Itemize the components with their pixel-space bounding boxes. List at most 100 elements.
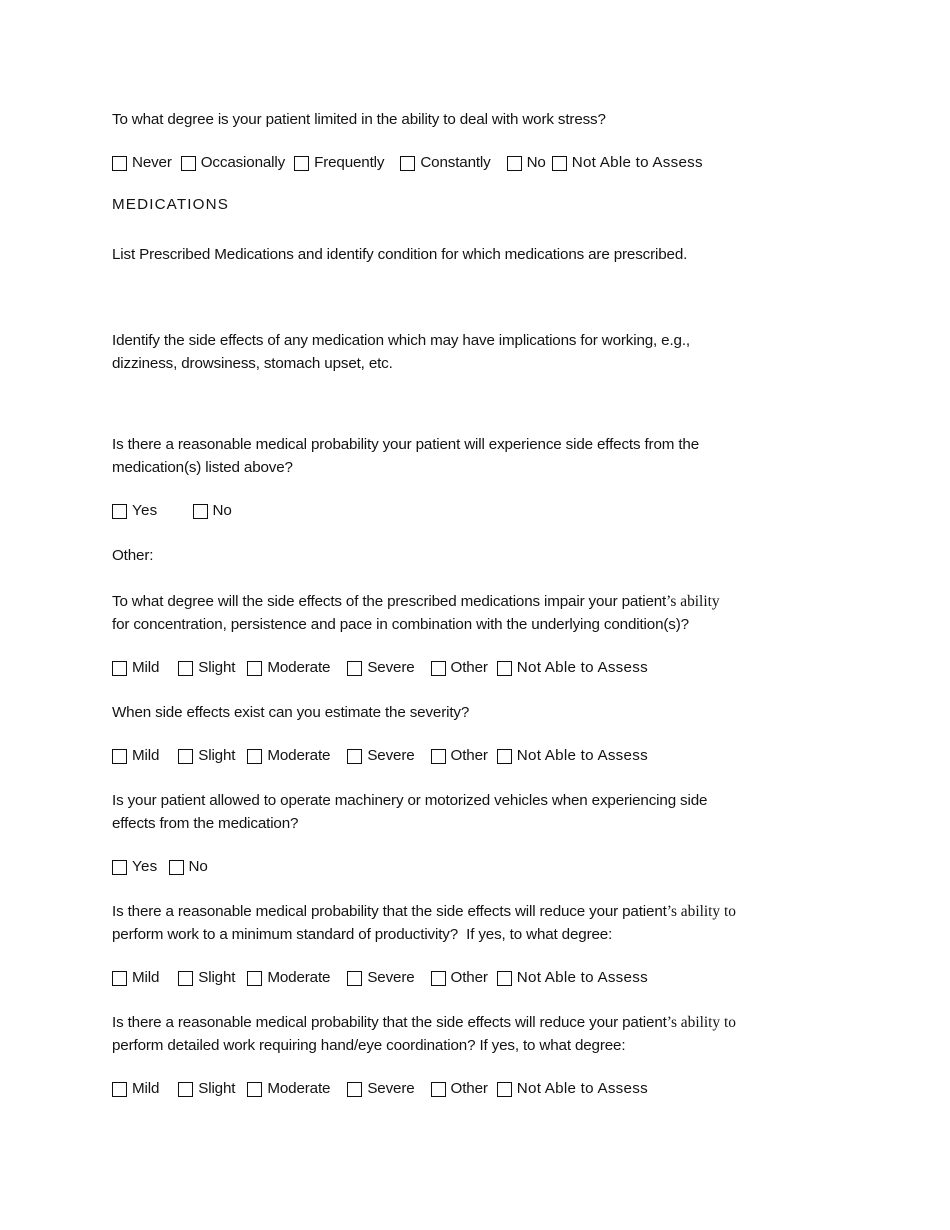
checkbox-mild-productivity[interactable] (112, 970, 127, 986)
option-label-not-able-concentration: Not Able to Assess (516, 659, 648, 676)
option-yes-machinery[interactable]: Yes (112, 857, 158, 877)
option-label-occasionally: Occasionally (200, 154, 286, 171)
checkbox-mild-concentration[interactable] (112, 660, 127, 676)
option-mild-severity[interactable]: Mild (112, 746, 166, 766)
option-label-constantly: Constantly (420, 154, 491, 171)
checkbox-moderate-coordination[interactable] (247, 1081, 263, 1097)
option-label-yes-side-effects: Yes (132, 502, 158, 519)
checkbox-mild-coordination[interactable] (112, 1081, 127, 1097)
option-frequently[interactable]: Frequently (294, 153, 384, 173)
checkbox-moderate-severity[interactable] (247, 748, 263, 764)
option-not-able-concentration[interactable]: Not Able to Assess (496, 658, 648, 678)
option-label-yes-machinery: Yes (132, 858, 158, 875)
option-label-severe-concentration: Severe (367, 659, 415, 676)
option-label-mild-productivity: Mild (132, 969, 160, 986)
checkbox-severe-coordination[interactable] (347, 1081, 363, 1097)
option-label-frequently: Frequently (314, 154, 385, 171)
checkbox-severe-severity[interactable] (347, 748, 363, 764)
checkbox-yes-machinery[interactable] (112, 859, 127, 875)
option-never[interactable]: Never (112, 153, 172, 173)
option-slight-severity[interactable]: Slight (178, 746, 235, 766)
option-slight-coordination[interactable]: Slight (178, 1079, 235, 1099)
other-label: Other: (112, 547, 154, 564)
checkbox-other-severity[interactable] (430, 748, 446, 764)
checkbox-constantly[interactable] (400, 155, 416, 171)
concentration-question-line1: To what degree will the side effects of … (112, 590, 864, 613)
option-no-machinery[interactable]: No (168, 857, 208, 877)
medications-list-answer-area[interactable] (112, 266, 872, 329)
option-severe-concentration[interactable]: Severe (347, 658, 418, 678)
work-stress-options-row: Never Occasionally Frequently Constantly… (112, 153, 872, 173)
checkbox-moderate-productivity[interactable] (247, 970, 263, 986)
option-slight-concentration[interactable]: Slight (178, 658, 235, 678)
checkbox-moderate-concentration[interactable] (247, 660, 263, 676)
option-label-mild-coordination: Mild (132, 1080, 160, 1097)
option-yes-side-effects[interactable]: Yes (112, 501, 158, 521)
checkbox-slight-severity[interactable] (178, 748, 194, 764)
option-label-mild-severity: Mild (132, 747, 160, 764)
checkbox-mild-severity[interactable] (112, 748, 127, 764)
checkbox-occasionally[interactable] (180, 155, 196, 171)
option-severe-productivity[interactable]: Severe (347, 968, 418, 988)
option-label-mild-concentration: Mild (132, 659, 160, 676)
option-severe-coordination[interactable]: Severe (347, 1079, 418, 1099)
option-label-other-coordination: Other (450, 1080, 488, 1097)
option-label-severe-severity: Severe (367, 747, 415, 764)
checkbox-slight-concentration[interactable] (178, 660, 194, 676)
checkbox-no[interactable] (506, 155, 522, 171)
option-no[interactable]: No (506, 153, 546, 173)
option-other-productivity[interactable]: Other (430, 968, 488, 988)
checkbox-not-able-coordination[interactable] (496, 1081, 512, 1097)
option-moderate-severity[interactable]: Moderate (247, 746, 335, 766)
option-other-coordination[interactable]: Other (430, 1079, 488, 1099)
checkbox-other-coordination[interactable] (430, 1081, 446, 1097)
option-no-side-effects[interactable]: No (192, 501, 232, 521)
checkbox-severe-productivity[interactable] (347, 970, 363, 986)
option-label-moderate-severity: Moderate (267, 747, 331, 764)
option-mild-productivity[interactable]: Mild (112, 968, 166, 988)
option-severe-severity[interactable]: Severe (347, 746, 418, 766)
checkbox-frequently[interactable] (294, 155, 310, 171)
option-label-moderate-productivity: Moderate (267, 969, 331, 986)
option-not-able-productivity[interactable]: Not Able to Assess (496, 968, 648, 988)
checkbox-no-machinery[interactable] (168, 859, 184, 875)
checkbox-severe-concentration[interactable] (347, 660, 363, 676)
checkbox-not-able-to-assess[interactable] (551, 155, 567, 171)
option-not-able-to-assess[interactable]: Not Able to Assess (551, 153, 703, 173)
checkbox-slight-coordination[interactable] (178, 1081, 194, 1097)
checkbox-slight-productivity[interactable] (178, 970, 194, 986)
concentration-question-line1-text: To what degree will the side effects of … (112, 593, 667, 610)
checkbox-no-side-effects[interactable] (192, 503, 208, 519)
side-effects-answer-area[interactable] (112, 375, 872, 433)
option-other-severity[interactable]: Other (430, 746, 488, 766)
option-moderate-coordination[interactable]: Moderate (247, 1079, 335, 1099)
option-label-severe-coordination: Severe (367, 1080, 415, 1097)
productivity-question-line2: perform work to a minimum standard of pr… (112, 926, 613, 943)
productivity-question-line1-serif: ’s ability to (666, 903, 736, 920)
checkbox-other-concentration[interactable] (430, 660, 446, 676)
checkbox-not-able-productivity[interactable] (496, 970, 512, 986)
coordination-question-line1-serif: ’s ability to (666, 1014, 736, 1031)
option-label-no: No (526, 154, 546, 171)
coordination-degree-row: Mild Slight Moderate Severe Other Not Ab… (112, 1079, 872, 1099)
option-constantly[interactable]: Constantly (400, 153, 491, 173)
form-content: To what degree is your patient limited i… (112, 108, 872, 1099)
checkbox-yes-side-effects[interactable] (112, 503, 127, 519)
checkbox-never[interactable] (112, 155, 127, 171)
severity-question: When side effects exist can you estimate… (112, 704, 470, 721)
option-not-able-severity[interactable]: Not Able to Assess (496, 746, 648, 766)
option-label-slight-coordination: Slight (198, 1080, 236, 1097)
option-moderate-concentration[interactable]: Moderate (247, 658, 335, 678)
option-slight-productivity[interactable]: Slight (178, 968, 235, 988)
option-label-not-able-productivity: Not Able to Assess (516, 969, 648, 986)
probability-question-line1: Is there a reasonable medical probabilit… (112, 436, 699, 453)
checkbox-not-able-concentration[interactable] (496, 660, 512, 676)
checkbox-not-able-severity[interactable] (496, 748, 512, 764)
option-moderate-productivity[interactable]: Moderate (247, 968, 335, 988)
checkbox-other-productivity[interactable] (430, 970, 446, 986)
option-mild-concentration[interactable]: Mild (112, 658, 166, 678)
option-occasionally[interactable]: Occasionally (180, 153, 286, 173)
option-not-able-coordination[interactable]: Not Able to Assess (496, 1079, 648, 1099)
option-other-concentration[interactable]: Other (430, 658, 488, 678)
option-mild-coordination[interactable]: Mild (112, 1079, 166, 1099)
